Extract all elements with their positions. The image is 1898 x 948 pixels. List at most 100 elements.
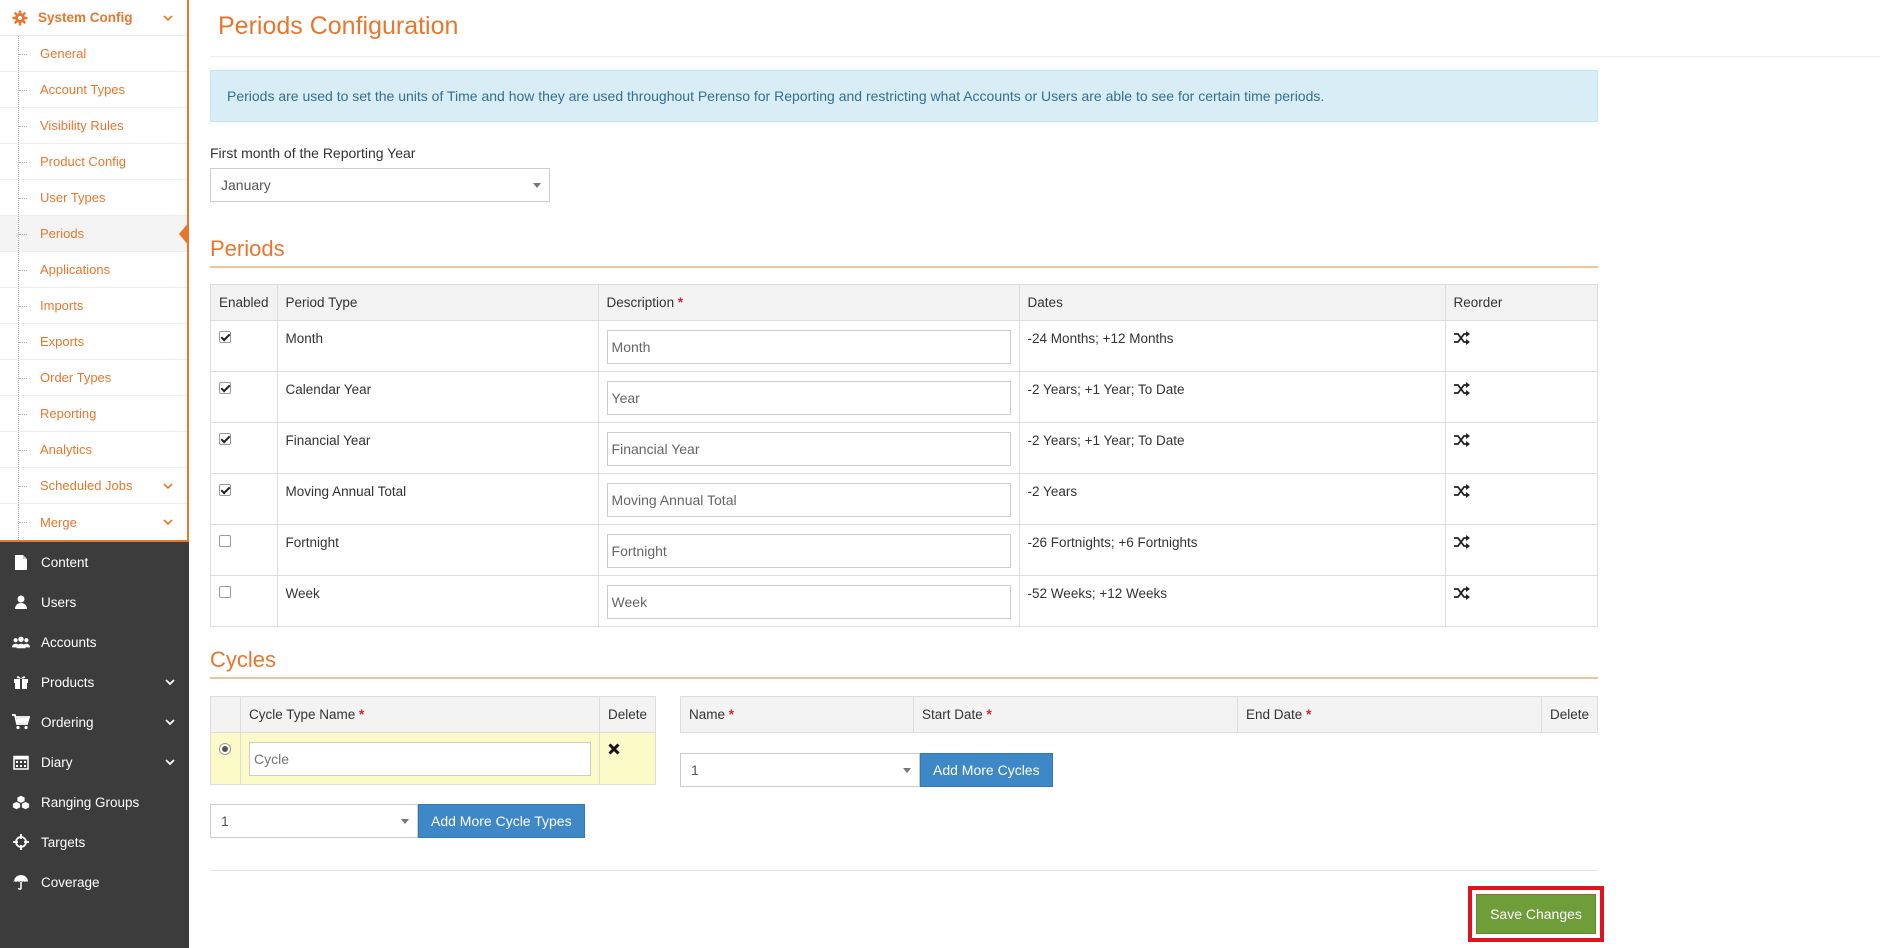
sidebar-item-label: Periods (40, 226, 85, 241)
table-row: Financial Year -2 Years; +1 Year; To Date (210, 422, 1599, 474)
enabled-checkbox[interactable] (219, 382, 231, 394)
sidebar-item-diary[interactable]: Diary (0, 742, 189, 782)
sidebar-item-label: User Types (40, 190, 106, 205)
table-row: Fortnight -26 Fortnights; +6 Fortnights (210, 524, 1599, 576)
sidebar-item-applications[interactable]: Applications (0, 252, 187, 288)
sidebar-item-products[interactable]: Products (0, 662, 189, 702)
sidebar-item-targets[interactable]: Targets (0, 822, 189, 862)
cell-dates: -2 Years; +1 Year; To Date (1018, 371, 1446, 423)
add-more-cycle-types-button[interactable]: Add More Cycle Types (418, 804, 585, 838)
sidebar-item-label: Product Config (40, 154, 126, 169)
sidebar-item-ranging-groups[interactable]: Ranging Groups (0, 782, 189, 822)
sidebar-item-user-types[interactable]: User Types (0, 180, 187, 216)
cycles-section-title: Cycles (210, 647, 277, 672)
save-changes-button[interactable]: Save Changes (1476, 894, 1596, 934)
shuffle-icon[interactable] (1453, 586, 1470, 600)
sidebar-item-label: Reporting (40, 406, 97, 421)
chevron-down-icon (165, 719, 175, 726)
column-header-delete: Delete (598, 696, 657, 733)
column-header-end-date: End Date * (1236, 696, 1542, 733)
column-header-period-type: Period Type (276, 284, 599, 321)
cubes-icon (12, 793, 30, 811)
column-header-label: Start Date (921, 707, 983, 722)
enabled-checkbox[interactable] (219, 586, 231, 598)
sidebar-item-accounts[interactable]: Accounts (0, 622, 189, 662)
required-marker: * (677, 295, 684, 310)
description-input[interactable] (606, 432, 1011, 466)
shuffle-icon[interactable] (1453, 433, 1470, 447)
enabled-checkbox[interactable] (219, 433, 231, 445)
cell-dates: -52 Weeks; +12 Weeks (1018, 575, 1446, 627)
description-input[interactable] (606, 483, 1011, 517)
sidebar-item-label: Order Types (40, 370, 112, 385)
first-month-select[interactable]: January (210, 168, 550, 202)
shuffle-icon[interactable] (1453, 535, 1470, 549)
sidebar-item-label: Users (41, 594, 77, 610)
column-header-enabled: Enabled (210, 284, 278, 321)
table-row: Month -24 Months; +12 Months (210, 320, 1599, 372)
sidebar-item-visibility-rules[interactable]: Visibility Rules (0, 108, 187, 144)
sidebar-item-content[interactable]: Content (0, 542, 189, 582)
column-header-start-date: Start Date * (912, 696, 1238, 733)
umbrella-icon (12, 873, 30, 891)
user-icon (12, 593, 30, 611)
cell-select (210, 732, 241, 785)
cell-enabled (210, 575, 278, 627)
enabled-checkbox[interactable] (219, 535, 231, 547)
shuffle-icon[interactable] (1453, 484, 1470, 498)
add-cycle-types-count-select[interactable]: 1 (210, 804, 418, 838)
divider (210, 677, 1598, 679)
sidebar-item-system-config[interactable]: System Config (0, 0, 187, 36)
sidebar-item-scheduled-jobs[interactable]: Scheduled Jobs (0, 468, 187, 504)
cell-period-type: Calendar Year (276, 371, 599, 423)
file-icon (12, 553, 30, 571)
column-header-dates: Dates (1018, 284, 1446, 321)
sidebar-item-reporting[interactable]: Reporting (0, 396, 187, 432)
caret-down-icon (903, 768, 911, 773)
cell-enabled (210, 473, 278, 525)
sidebar-item-label: Scheduled Jobs (40, 478, 133, 493)
active-indicator (179, 222, 189, 246)
sidebar-item-order-types[interactable]: Order Types (0, 360, 187, 396)
sidebar-item-exports[interactable]: Exports (0, 324, 187, 360)
description-input[interactable] (606, 585, 1011, 619)
chevron-down-icon (165, 679, 175, 686)
table-header-row: Name * Start Date * End Date * Delete (680, 696, 1599, 733)
sidebar-item-analytics[interactable]: Analytics (0, 432, 187, 468)
description-input[interactable] (606, 534, 1011, 568)
enabled-checkbox[interactable] (219, 484, 231, 496)
sidebar-item-product-config[interactable]: Product Config (0, 144, 187, 180)
description-input[interactable] (606, 330, 1011, 364)
sidebar-item-label: Merge (40, 514, 77, 530)
sidebar-item-account-types[interactable]: Account Types (0, 72, 187, 108)
sidebar-item-general[interactable]: General (0, 36, 187, 72)
shuffle-icon[interactable] (1453, 331, 1470, 345)
add-cycles-count-select[interactable]: 1 (680, 753, 920, 787)
sidebar-item-imports[interactable]: Imports (0, 288, 187, 324)
sidebar-item-coverage[interactable]: Coverage (0, 862, 189, 902)
enabled-checkbox[interactable] (219, 331, 231, 343)
column-header-description: Description * (597, 284, 1020, 321)
cell-name (239, 732, 600, 785)
required-marker: * (986, 707, 992, 722)
periods-section-title: Periods (210, 236, 285, 261)
save-highlight: Save Changes (1468, 886, 1604, 942)
column-header-name: Name * (680, 696, 914, 733)
delete-x-icon[interactable] (608, 743, 620, 755)
sidebar-item-label: Visibility Rules (40, 118, 124, 133)
first-month-label: First month of the Reporting Year (210, 145, 416, 161)
add-more-cycles-button[interactable]: Add More Cycles (920, 753, 1053, 787)
table-row: Calendar Year -2 Years; +1 Year; To Date (210, 371, 1599, 423)
shuffle-icon[interactable] (1453, 382, 1470, 396)
cycle-type-name-input[interactable] (248, 742, 591, 776)
description-input[interactable] (606, 381, 1011, 415)
cycle-type-radio[interactable] (219, 743, 231, 755)
sidebar-item-periods[interactable]: Periods (0, 216, 189, 252)
chevron-down-icon (163, 482, 173, 489)
cell-enabled (210, 524, 278, 576)
sidebar-item-ordering[interactable]: Ordering (0, 702, 189, 742)
sidebar-item-users[interactable]: Users (0, 582, 189, 622)
sidebar-item-merge[interactable]: Merge (0, 504, 187, 540)
cell-dates: -26 Fortnights; +6 Fortnights (1018, 524, 1446, 576)
cell-description (597, 320, 1020, 372)
